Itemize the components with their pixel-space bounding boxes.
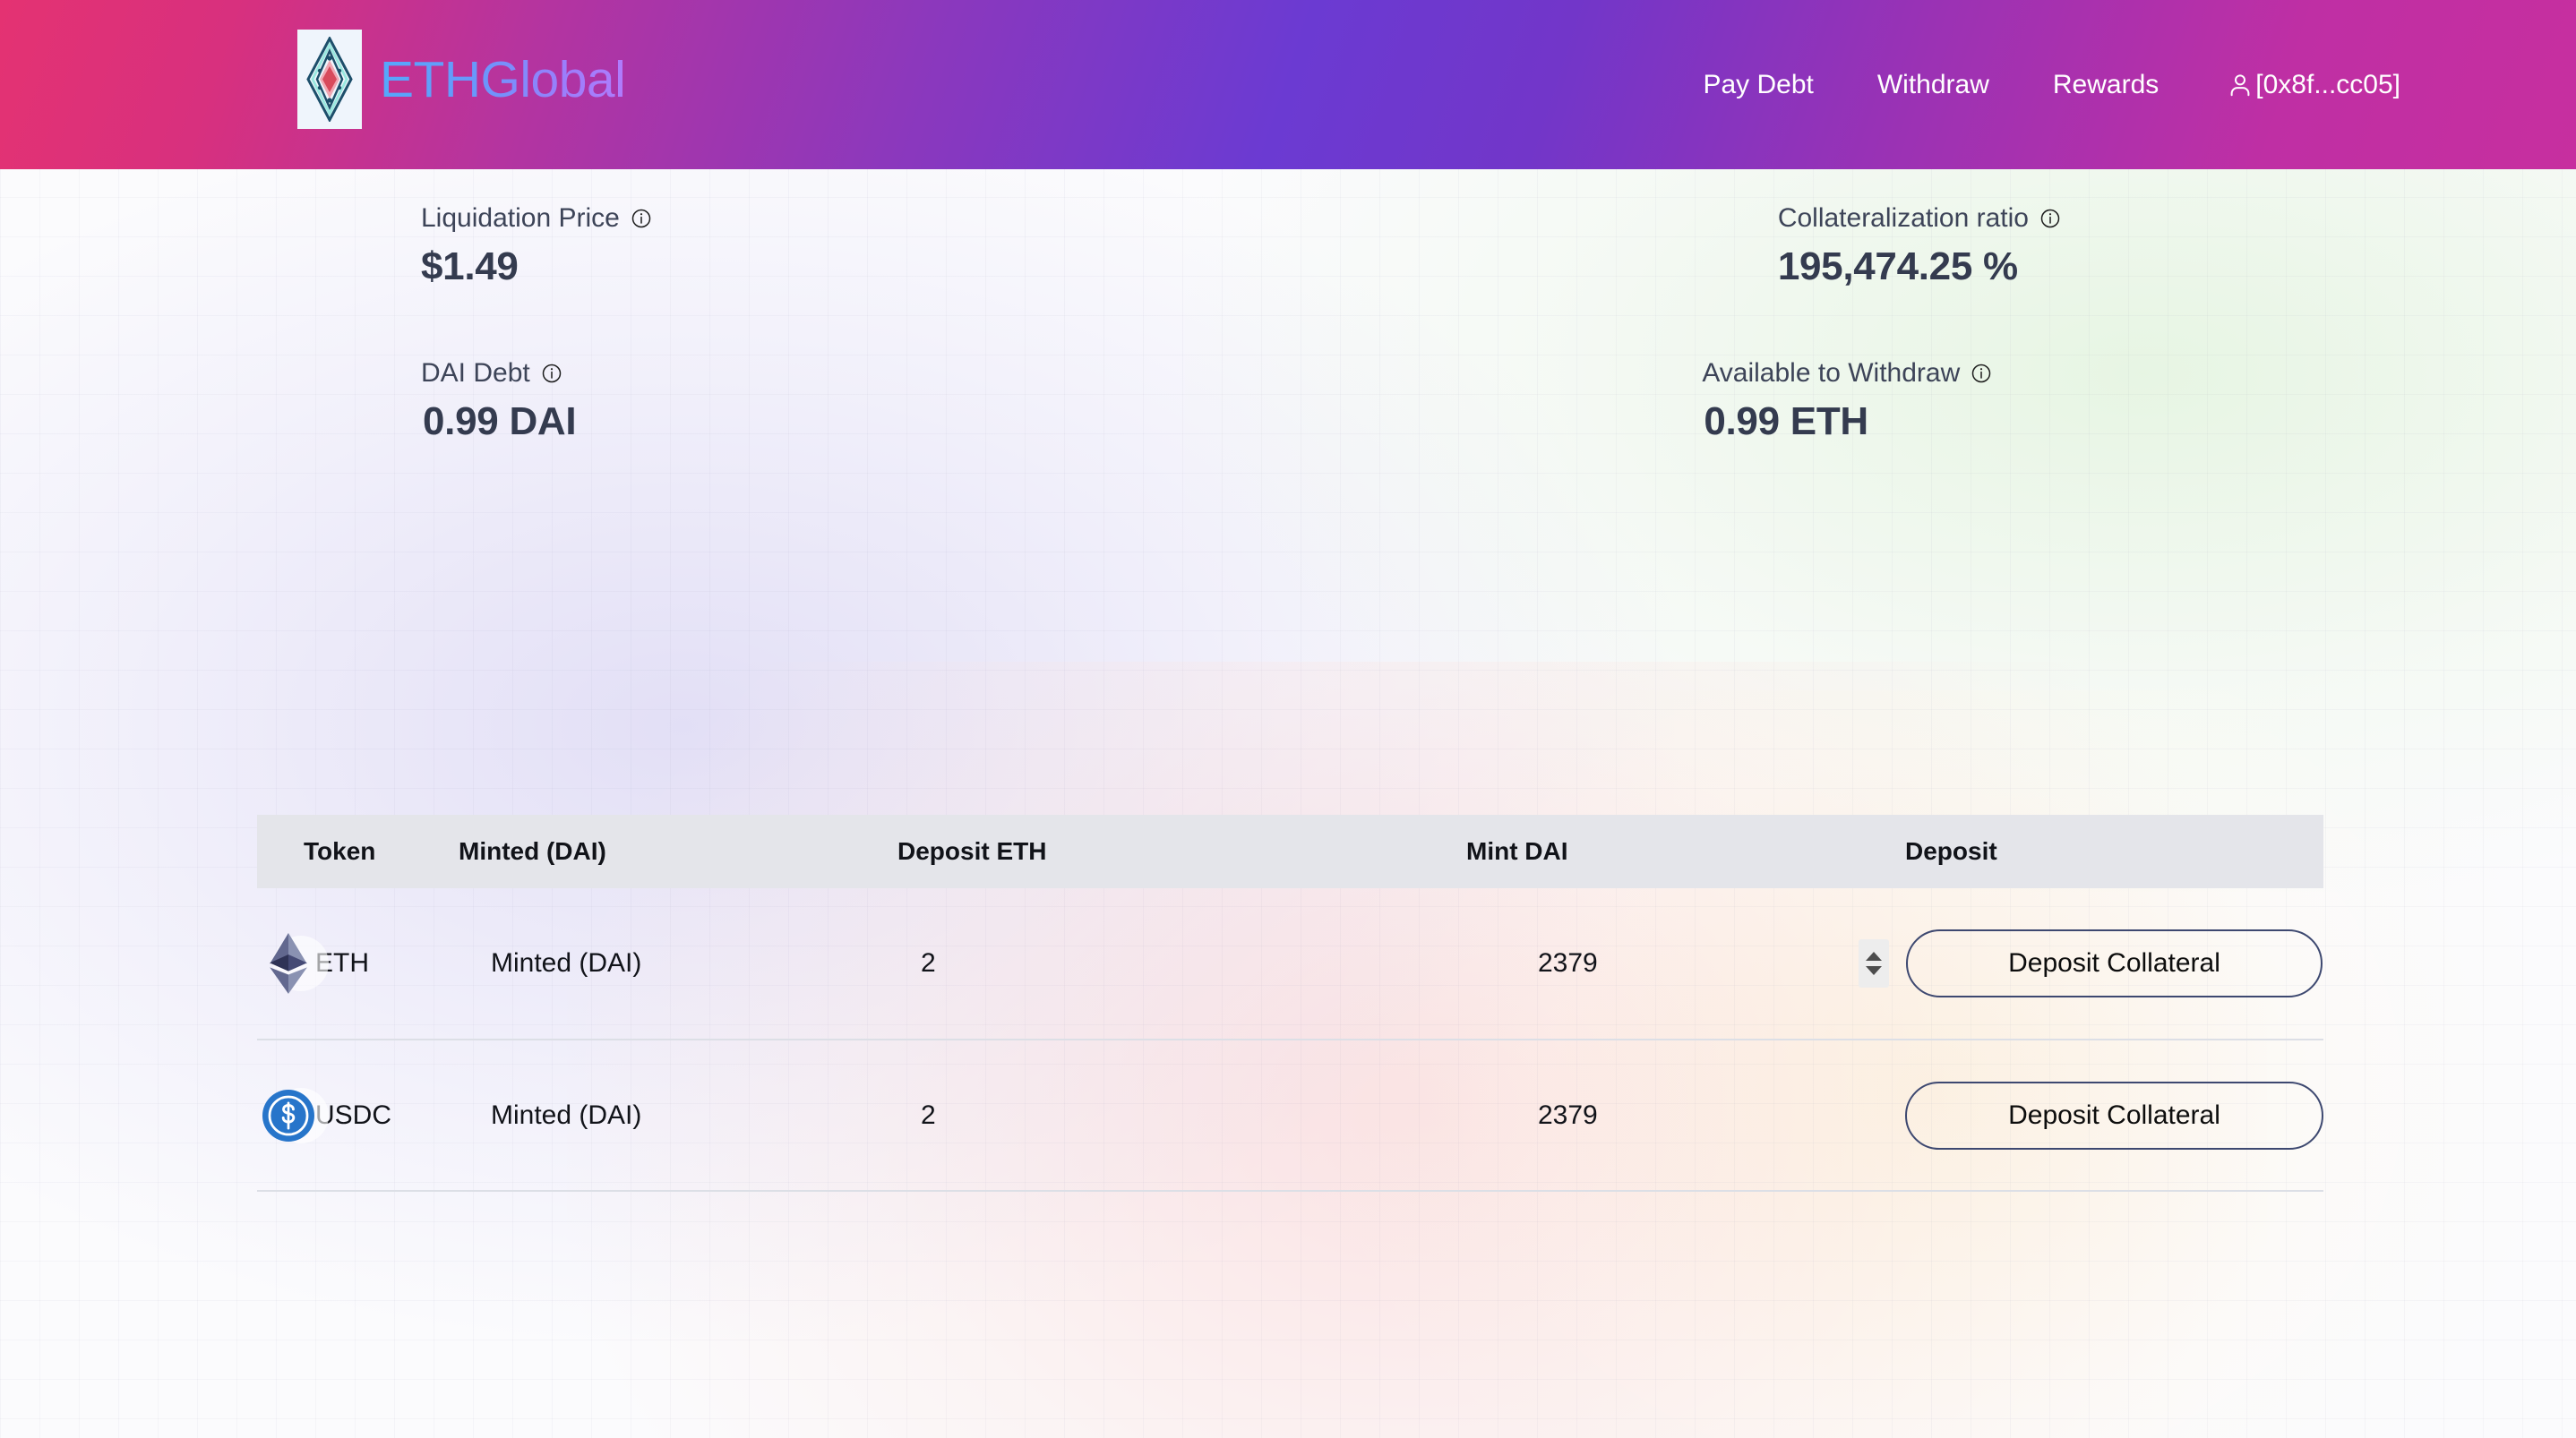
stat-liquidation-price: Liquidation Price $1.49 [0,203,652,289]
stat-value: $1.49 [421,244,652,289]
stat-locked-collateral: Locked Collateral 0.99ETH [2061,203,2576,289]
app-header: ETHGlobal Pay Debt Withdraw Rewards [0x8… [0,0,2576,169]
deposit-button-cell: Deposit Collateral [1905,929,2323,997]
stat-value-unit: DAI [509,399,577,443]
deposit-eth-value[interactable]: 2379 [1538,1100,1598,1131]
collateral-table: Token Minted (DAI) Deposit ETH Mint DAI … [257,815,2323,1192]
main-nav: Pay Debt Withdraw Rewards [0x8f...cc05] [1703,0,2576,169]
stat-label-text: Collateralization ratio [1777,203,2029,233]
column-header-minted: Minted (DAI) [459,815,897,888]
ethglobal-diamond-logo [297,30,362,129]
nav-link-pay-debt[interactable]: Pay Debt [1703,70,1813,100]
deposit-eth-value[interactable]: 2379 [1538,948,1598,979]
stat-value-number: 0.99 [423,399,499,443]
stats-row-1: Liquidation Price $1.49 Collateralizatio… [0,169,2576,289]
nav-link-rewards[interactable]: Rewards [2053,70,2159,100]
stat-label: Available to Withdraw [1702,358,1992,389]
table-header-row: Token Minted (DAI) Deposit ETH Mint DAI … [257,815,2323,888]
stats-row-2: DAI Debt 0.99DAI Available to Withdraw [0,358,2576,444]
cell-deposit-eth: 2379 [1466,888,1905,1040]
cell-minted-amount: 2 [897,888,1466,1040]
collateral-table-wrapper: Token Minted (DAI) Deposit ETH Mint DAI … [257,815,2323,1192]
info-icon[interactable] [1971,363,1992,384]
mint-input-group[interactable]: 2379 [1466,1100,1905,1131]
cell-deposit-eth: 2379 [1466,1040,1905,1192]
token-cell: USDC [257,1087,459,1143]
column-header-deposit: Deposit [1905,815,2323,888]
stat-value: 0.99 DAI [421,399,577,444]
stat-available-to-withdraw: Available to Withdraw 0.99 ETH [576,358,1992,444]
stat-value-number: 195,474.25 [1777,244,1973,288]
table-row: ETH Minted (DAI) 2 2379 Deposit Collater… [257,888,2323,1040]
user-icon [2227,72,2255,98]
cell-mint-dai: Deposit Collateral [1905,1040,2323,1192]
info-icon[interactable] [631,208,652,229]
number-stepper[interactable] [1859,939,1889,988]
table-row: USDC Minted (DAI) 2 2379 Deposit Collate… [257,1040,2323,1192]
deposit-collateral-button[interactable]: Deposit Collateral [1906,929,2323,997]
chevron-up-icon[interactable] [1866,952,1882,961]
cell-token: ETH [257,888,459,1040]
column-header-token: Token [257,815,459,888]
token-cell: ETH [257,933,459,994]
usdc-icon [261,1087,329,1143]
stat-value: 0.99 ETH [1702,399,1992,444]
account-button[interactable]: [0x8f...cc05] [2227,70,2400,100]
stat-value-number: $1.49 [421,244,519,288]
stat-dai-debt: DAI Debt 0.99 DAI [0,358,577,444]
table-body: ETH Minted (DAI) 2 2379 Deposit Collater… [257,888,2323,1192]
stat-label-text: Liquidation Price [421,203,620,233]
info-icon[interactable] [541,363,562,384]
column-header-mint-dai: Mint DAI [1466,815,1905,888]
chevron-down-icon[interactable] [1866,966,1882,975]
stat-value: 195,474.25% [1778,244,2061,289]
cell-minted-label: Minted (DAI) [459,888,897,1040]
account-address: [0x8f...cc05] [2255,69,2400,99]
stat-label: Collateralization ratio [1778,203,2061,234]
stat-value-unit: % [1983,244,2018,288]
deposit-collateral-button[interactable]: Deposit Collateral [1905,1081,2323,1150]
stat-value-number: 0.99 [1704,399,1780,443]
cell-minted-amount: 2 [897,1040,1466,1192]
stat-label-text: DAI Debt [421,358,530,388]
deposit-button-cell: Deposit Collateral [1905,1081,2323,1150]
stat-label: Liquidation Price [421,203,652,234]
brand[interactable]: ETHGlobal [297,30,626,129]
stat-available-to-generate: Available to Generate 1,289.14DAI [1992,358,2576,444]
info-icon[interactable] [2039,208,2061,229]
cell-token: USDC [257,1040,459,1192]
cell-mint-dai: Deposit Collateral [1905,888,2323,1040]
brand-name: ETHGlobal [380,50,626,108]
column-header-deposit-eth: Deposit ETH [897,815,1466,888]
stat-label-text: Available to Withdraw [1702,358,1961,388]
cell-minted-label: Minted (DAI) [459,1040,897,1192]
app-root: ETHGlobal Pay Debt Withdraw Rewards [0x8… [0,0,2576,1438]
stat-label: DAI Debt [421,358,576,389]
stat-value-unit: ETH [1790,399,1868,443]
ethereum-icon [261,933,329,994]
nav-link-withdraw[interactable]: Withdraw [1877,70,1989,100]
mint-input-group[interactable]: 2379 [1466,939,1905,988]
table-header: Token Minted (DAI) Deposit ETH Mint DAI … [257,815,2323,888]
stat-collateralization-ratio: Collateralization ratio 195,474.25% [652,203,2061,289]
